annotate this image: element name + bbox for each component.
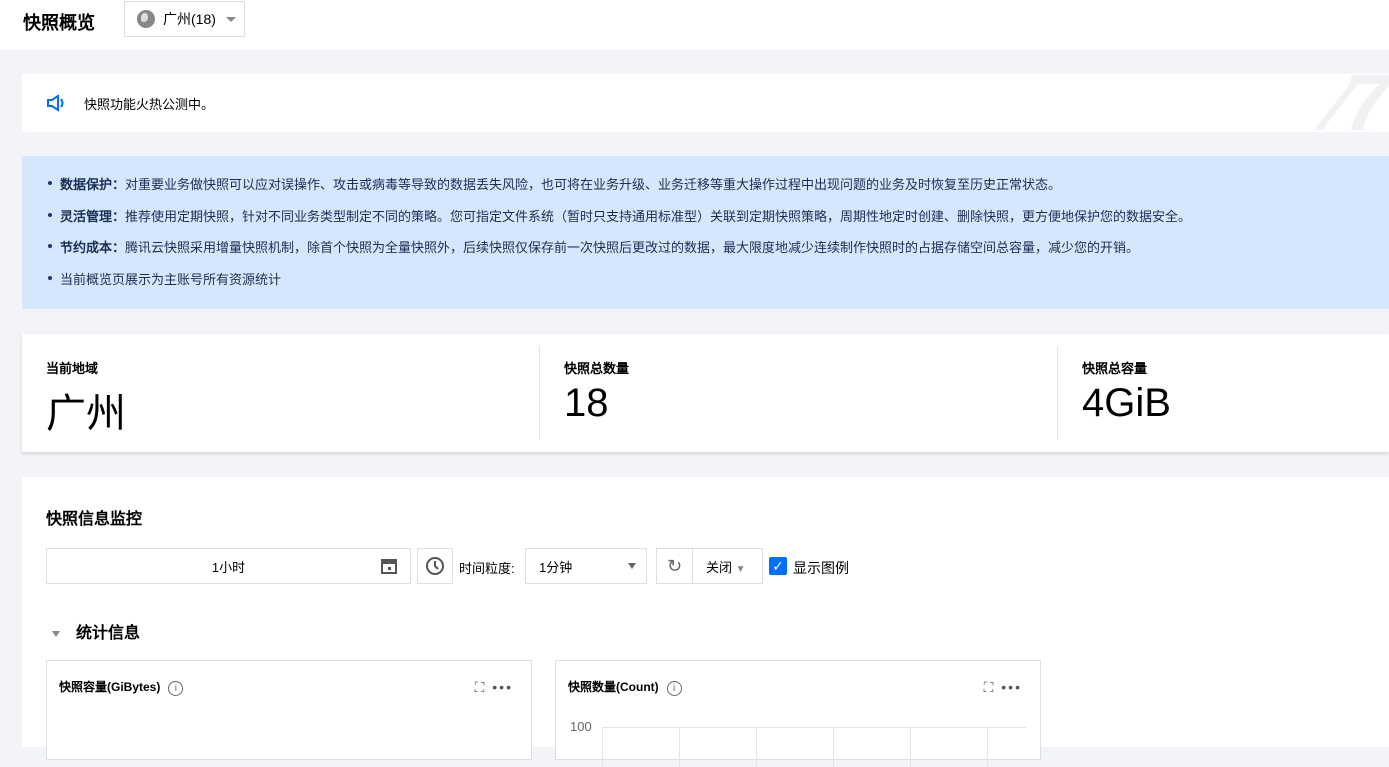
chart-grid <box>602 727 1026 767</box>
fullscreen-icon[interactable]: ⛶ <box>984 679 996 695</box>
chevron-down-icon <box>225 16 236 22</box>
chevron-down-icon <box>628 563 636 569</box>
chart-title: 快照容量(GiBytes) <box>59 680 161 694</box>
region-select[interactable]: 广州(18) <box>124 1 245 37</box>
monitor-card: 快照信息监控 1小时 时间粒度: 1分钟 ↻ 关闭 ▼ ✓ 显示图例 统计信息 … <box>22 477 1389 767</box>
stats-card: 当前地域 广州 快照总数量 18 快照总容量 4GiB <box>22 334 1389 452</box>
auto-refresh-group: ↻ 关闭 ▼ <box>656 548 763 584</box>
info-panel: 数据保护：对重要业务做快照可以应对误操作、攻击或病毒等导致的数据丢失风险，也可将… <box>22 156 1389 309</box>
stat-count: 快照总数量 18 <box>540 346 1058 440</box>
refresh-select[interactable]: 关闭 ▼ <box>693 557 746 576</box>
stat-capacity: 快照总容量 4GiB <box>1082 361 1171 425</box>
calendar-icon <box>381 559 397 574</box>
region-label: 广州(18) <box>163 11 216 27</box>
chart-count: 快照数量(Count) i ⛶ ••• 100 <box>555 660 1041 767</box>
more-icon[interactable]: ••• <box>1001 679 1022 695</box>
clock-icon <box>426 557 444 575</box>
granularity-label: 时间粒度: <box>459 561 515 576</box>
page-header: 快照概览 广州(18) <box>0 0 1389 50</box>
section-toggle[interactable]: 统计信息 <box>52 619 140 643</box>
info-item: 当前概览页展示为主账号所有资源统计 <box>46 269 1389 301</box>
info-item: 数据保护：对重要业务做快照可以应对误操作、攻击或病毒等导致的数据丢失风险，也可将… <box>46 174 1389 206</box>
notice-bar: 快照功能火热公测中。 ⁄7 <box>22 74 1389 132</box>
speaker-icon <box>47 94 64 112</box>
info-icon[interactable]: i <box>168 681 184 696</box>
page-title: 快照概览 <box>23 13 95 33</box>
info-item: 节约成本：腾讯云快照采用增量快照机制，除首个快照为全量快照外，后续快照仅保存前一… <box>46 237 1389 269</box>
globe-icon <box>137 10 155 28</box>
clock-button[interactable] <box>417 548 453 584</box>
watermark-logo: ⁄7 <box>1331 74 1389 132</box>
chart-capacity: 快照容量(GiBytes) i ⛶ ••• <box>46 660 532 760</box>
more-icon[interactable]: ••• <box>492 679 513 695</box>
info-icon[interactable]: i <box>666 681 682 696</box>
chart-title: 快照数量(Count) <box>568 680 659 694</box>
caret-down-icon <box>52 630 60 637</box>
info-item: 灵活管理：推荐使用定期快照，针对不同业务类型制定不同的策略。您可指定文件系统（暂… <box>46 206 1389 238</box>
fullscreen-icon[interactable]: ⛶ <box>475 679 487 695</box>
monitor-title: 快照信息监控 <box>46 511 143 528</box>
show-legend-checkbox[interactable]: ✓ <box>769 557 787 575</box>
time-range-picker[interactable]: 1小时 <box>46 548 411 584</box>
y-tick-label: 100 <box>570 719 592 734</box>
refresh-icon[interactable]: ↻ <box>657 549 693 583</box>
show-legend-label: 显示图例 <box>793 560 849 576</box>
stat-region: 当前地域 广州 <box>22 346 540 440</box>
granularity-select[interactable]: 1分钟 <box>525 548 647 584</box>
chevron-down-icon: ▼ <box>735 563 746 575</box>
notice-text: 快照功能火热公测中。 <box>84 96 215 112</box>
